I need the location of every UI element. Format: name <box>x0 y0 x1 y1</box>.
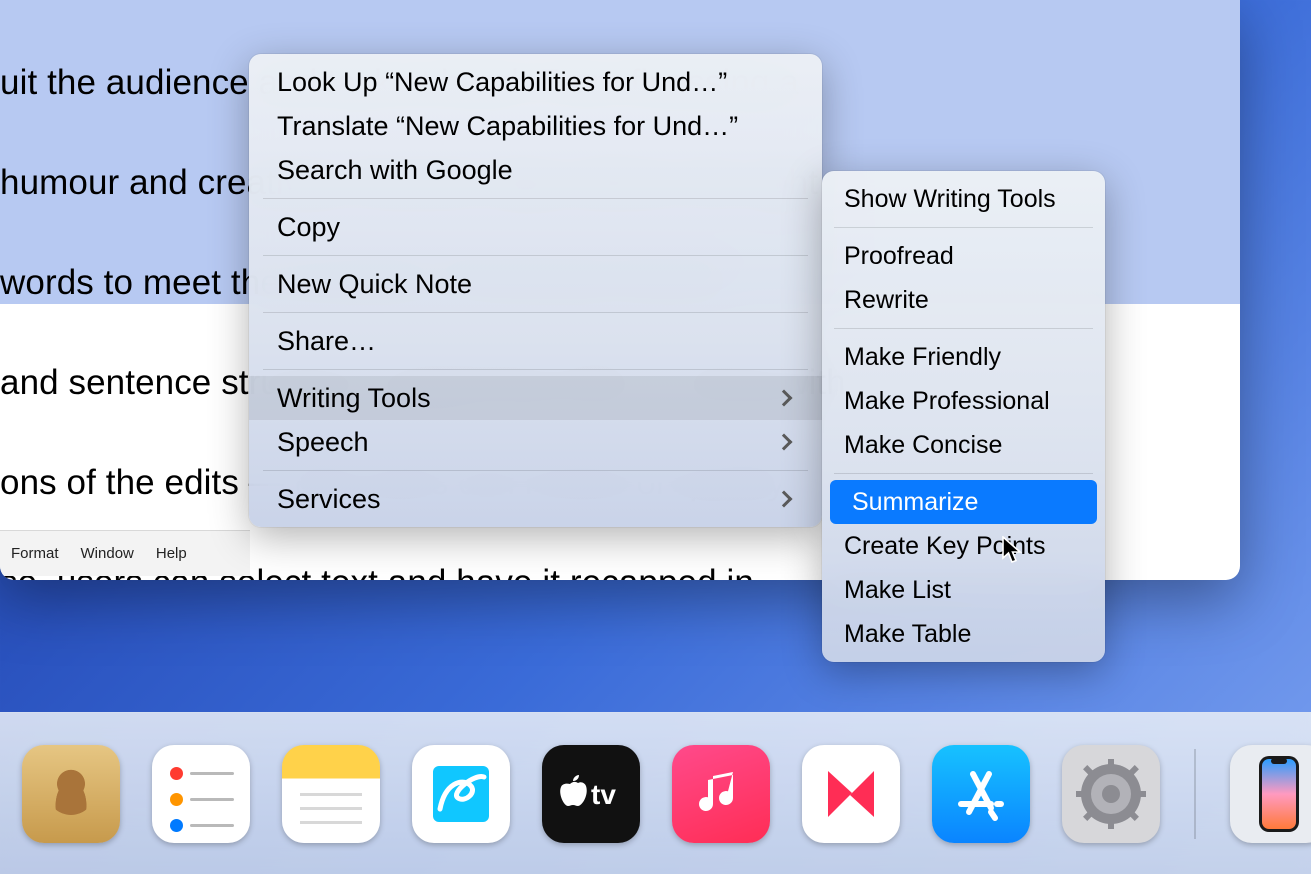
news-icon <box>820 763 882 825</box>
freeform-icon <box>430 763 492 825</box>
submenu-item-make-friendly[interactable]: Make Friendly <box>822 335 1105 379</box>
gear-icon <box>1074 757 1148 831</box>
writing-tools-submenu: Show Writing Tools Proofread Rewrite Mak… <box>822 171 1105 662</box>
dock-app-tv[interactable]: tv <box>542 745 640 843</box>
menu-item-label: Rewrite <box>844 278 929 322</box>
menu-item-speech[interactable]: Speech <box>249 420 822 464</box>
menu-item-search-google[interactable]: Search with Google <box>249 148 822 192</box>
menu-item-label: Make Friendly <box>844 335 1001 379</box>
menu-item-label: Search with Google <box>277 148 513 192</box>
dock-app-iphone-mirroring[interactable] <box>1230 745 1311 843</box>
context-menu: Look Up “New Capabilities for Und…” Tran… <box>249 54 822 527</box>
app-menubar: Format Window Help <box>0 530 250 576</box>
menubar-item-window[interactable]: Window <box>70 531 145 577</box>
menu-item-label: Translate “New Capabilities for Und…” <box>277 104 738 148</box>
submenu-item-make-list[interactable]: Make List <box>822 568 1105 612</box>
chevron-right-icon <box>776 434 793 451</box>
menu-separator <box>263 470 808 471</box>
dock-app-contacts[interactable] <box>22 745 120 843</box>
menu-separator <box>263 255 808 256</box>
dock-app-settings[interactable] <box>1062 745 1160 843</box>
chevron-right-icon <box>776 491 793 508</box>
dock-app-appstore[interactable] <box>932 745 1030 843</box>
svg-text:tv: tv <box>591 779 616 810</box>
submenu-item-create-key-points[interactable]: Create Key Points <box>822 524 1105 568</box>
apple-tv-icon: tv <box>559 774 623 814</box>
menu-separator <box>263 198 808 199</box>
chevron-right-icon <box>776 390 793 407</box>
submenu-item-proofread[interactable]: Proofread <box>822 234 1105 278</box>
menu-item-translate[interactable]: Translate “New Capabilities for Und…” <box>249 104 822 148</box>
menu-item-label: Make Professional <box>844 379 1050 423</box>
menu-item-label: Speech <box>277 420 369 464</box>
submenu-item-make-table[interactable]: Make Table <box>822 612 1105 656</box>
menu-item-label: Services <box>277 477 381 521</box>
menu-item-label: Proofread <box>844 234 954 278</box>
submenu-item-make-concise[interactable]: Make Concise <box>822 423 1105 467</box>
appstore-icon <box>951 764 1011 824</box>
dock-separator <box>1194 749 1196 839</box>
menubar-item-format[interactable]: Format <box>0 531 70 577</box>
music-note-icon <box>693 766 749 822</box>
menu-item-label: Share… <box>277 319 376 363</box>
menu-item-label: Create Key Points <box>844 524 1046 568</box>
menu-item-label: Show Writing Tools <box>844 177 1056 221</box>
menu-item-label: Copy <box>277 205 340 249</box>
menu-item-label: Make Concise <box>844 423 1002 467</box>
menubar-item-help[interactable]: Help <box>145 531 198 577</box>
dock: tv <box>0 712 1311 874</box>
dock-app-freeform[interactable] <box>412 745 510 843</box>
menu-item-services[interactable]: Services <box>249 477 822 521</box>
menu-item-label: Summarize <box>852 480 978 524</box>
dock-app-music[interactable] <box>672 745 770 843</box>
submenu-item-show-writing-tools[interactable]: Show Writing Tools <box>822 177 1105 221</box>
menu-separator <box>834 473 1093 474</box>
menu-item-label: Make List <box>844 568 951 612</box>
menu-item-writing-tools[interactable]: Writing Tools <box>249 376 822 420</box>
submenu-item-summarize[interactable]: Summarize <box>830 480 1097 524</box>
menu-separator <box>263 369 808 370</box>
dock-app-reminders[interactable] <box>152 745 250 843</box>
menu-item-label: Writing Tools <box>277 376 431 420</box>
submenu-item-make-professional[interactable]: Make Professional <box>822 379 1105 423</box>
menu-separator <box>834 328 1093 329</box>
menu-separator <box>834 227 1093 228</box>
menu-item-label: New Quick Note <box>277 262 472 306</box>
dock-app-notes[interactable] <box>282 745 380 843</box>
menu-item-share[interactable]: Share… <box>249 319 822 363</box>
menu-item-label: Look Up “New Capabilities for Und…” <box>277 60 727 104</box>
menu-separator <box>263 312 808 313</box>
dock-app-news[interactable] <box>802 745 900 843</box>
submenu-item-rewrite[interactable]: Rewrite <box>822 278 1105 322</box>
iphone-icon <box>1257 754 1301 834</box>
menu-item-label: Make Table <box>844 612 971 656</box>
menu-item-copy[interactable]: Copy <box>249 205 822 249</box>
menu-item-new-quick-note[interactable]: New Quick Note <box>249 262 822 306</box>
menu-item-lookup[interactable]: Look Up “New Capabilities for Und…” <box>249 60 822 104</box>
